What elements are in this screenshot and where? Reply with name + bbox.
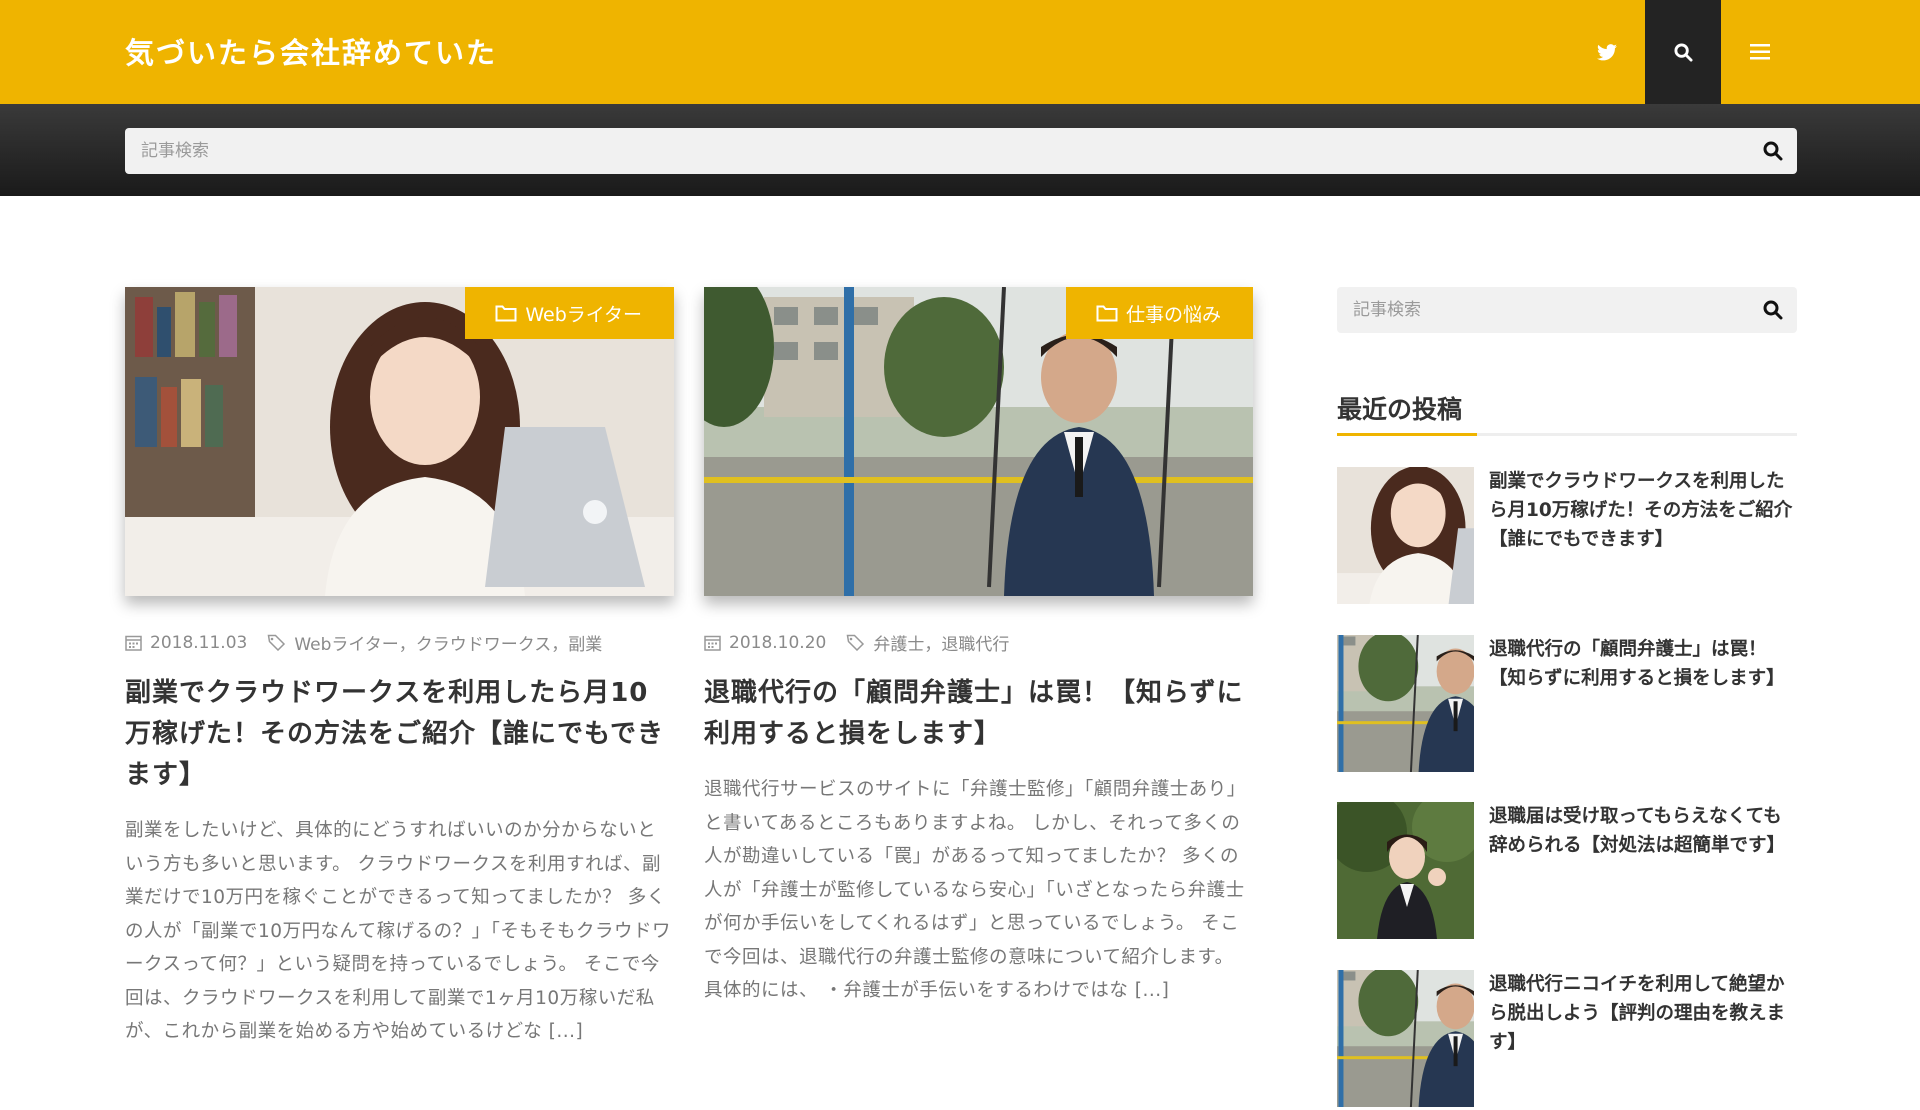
recent-post-item[interactable]: 退職届は受け取ってもらえなくても辞められる【対処法は超簡単です】: [1337, 802, 1797, 942]
recent-post-image: [1337, 802, 1474, 939]
calendar-icon: [125, 635, 142, 651]
category-label: Webライター: [525, 303, 642, 326]
post-thumbnail[interactable]: 仕事の悩み: [704, 287, 1253, 596]
post-excerpt: 退職代行サービスのサイトに「弁護士監修」「顧問弁護士あり」と書いてあるところもあ…: [704, 779, 1246, 1001]
heading-divider: [1337, 433, 1797, 436]
post-date: 2018.10.20: [729, 632, 827, 653]
recent-post-image: [1337, 635, 1474, 772]
post-title[interactable]: 副業でクラウドワークスを利用したら月10万稼げた！その方法をご紹介【誰にでもでき…: [125, 673, 674, 796]
header-search-input[interactable]: [125, 128, 1797, 174]
twitter-icon: [1597, 43, 1617, 60]
recent-post-item[interactable]: 副業でクラウドワークスを利用したら月10万稼げた！その方法をご紹介【誰にでもでき…: [1337, 467, 1797, 607]
post-title[interactable]: 退職代行の「顧問弁護士」は罠！【知らずに利用すると損をします】: [704, 673, 1253, 755]
tag-icon: [846, 634, 865, 651]
category-label: 仕事の悩み: [1125, 303, 1221, 326]
tag-icon: [267, 634, 286, 651]
search-icon[interactable]: [1763, 141, 1783, 161]
header-search-button[interactable]: [1645, 0, 1721, 104]
calendar-icon: [704, 635, 721, 651]
post-card[interactable]: Webライター 2018.11.03 Webライター，クラウドワークス，副業 副…: [125, 287, 674, 1049]
category-badge[interactable]: 仕事の悩み: [1065, 287, 1253, 339]
search-band: [0, 104, 1920, 196]
menu-icon: [1750, 44, 1770, 60]
post-date: 2018.11.03: [150, 632, 248, 653]
post-meta: 2018.11.03 Webライター，クラウドワークス，副業: [125, 630, 674, 655]
post-thumbnail[interactable]: Webライター: [125, 287, 674, 596]
header-search-box: [125, 128, 1797, 174]
twitter-button[interactable]: [1569, 0, 1645, 104]
post-tags[interactable]: 弁護士，退職代行: [873, 630, 1009, 655]
folder-icon: [1096, 305, 1118, 322]
menu-button[interactable]: [1722, 0, 1798, 104]
recent-post-title[interactable]: 副業でクラウドワークスを利用したら月10万稼げた！その方法をご紹介【誰にでもでき…: [1489, 467, 1794, 554]
category-badge[interactable]: Webライター: [465, 287, 674, 339]
folder-icon: [495, 305, 517, 322]
sidebar-search-input[interactable]: [1337, 287, 1797, 333]
recent-post-thumbnail[interactable]: [1337, 970, 1474, 1107]
post-tags[interactable]: Webライター，クラウドワークス，副業: [294, 630, 602, 655]
recent-post-title[interactable]: 退職届は受け取ってもらえなくても辞められる【対処法は超簡単です】: [1489, 802, 1794, 860]
recent-post-item[interactable]: 退職代行の「顧問弁護士」は罠！【知らずに利用すると損をします】: [1337, 635, 1797, 775]
post-meta: 2018.10.20 弁護士，退職代行: [704, 630, 1253, 655]
recent-post-thumbnail[interactable]: [1337, 467, 1474, 604]
recent-post-image: [1337, 970, 1474, 1107]
recent-posts-heading: 最近の投稿: [1337, 395, 1463, 424]
search-icon[interactable]: [1763, 300, 1783, 320]
recent-post-image: [1337, 467, 1474, 604]
post-excerpt: 副業をしたいけど、具体的にどうすればいいのか分からないという方も多いと思います。…: [125, 820, 671, 1042]
recent-post-thumbnail[interactable]: [1337, 802, 1474, 939]
recent-post-thumbnail[interactable]: [1337, 635, 1474, 772]
recent-post-title[interactable]: 退職代行ニコイチを利用して絶望から脱出しよう【評判の理由を教えます】: [1489, 970, 1794, 1057]
post-card[interactable]: 仕事の悩み 2018.10.20 弁護士，退職代行 退職代行の「顧問弁護士」は罠…: [704, 287, 1253, 1008]
recent-post-title[interactable]: 退職代行の「顧問弁護士」は罠！【知らずに利用すると損をします】: [1489, 635, 1794, 693]
sidebar-search-box: [1337, 287, 1797, 333]
search-icon: [1673, 42, 1693, 62]
recent-post-item[interactable]: 退職代行ニコイチを利用して絶望から脱出しよう【評判の理由を教えます】: [1337, 970, 1797, 1110]
site-title[interactable]: 気づいたら会社辞めていた: [125, 30, 497, 72]
site-header: 気づいたら会社辞めていた: [0, 0, 1920, 104]
